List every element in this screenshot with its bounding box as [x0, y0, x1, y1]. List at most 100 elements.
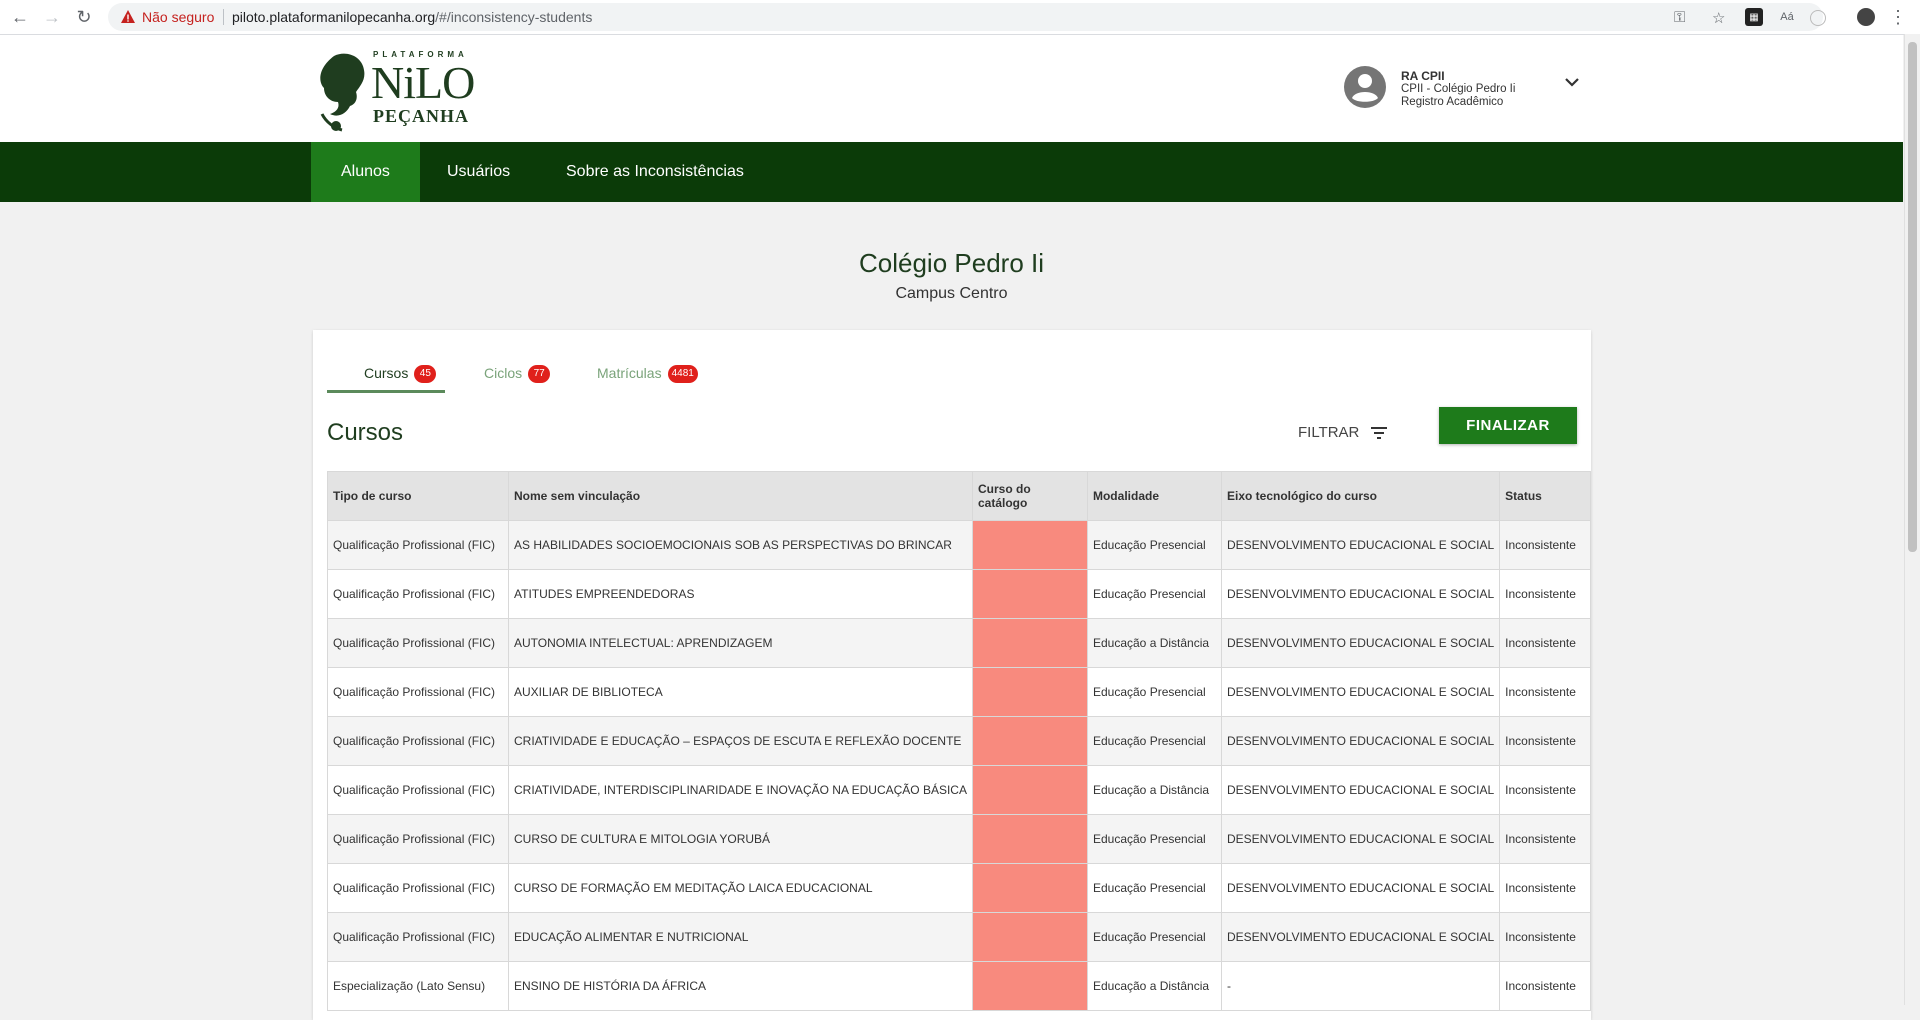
translate-icon[interactable]: Aá	[1778, 8, 1796, 26]
modality-cell: Educação Presencial	[1086, 716, 1222, 766]
column-header[interactable]: Nome sem vinculação	[508, 471, 973, 521]
user-institution: CPII - Colégio Pedro Ii	[1401, 83, 1516, 95]
table-row[interactable]: Qualificação Profissional (FIC) AUXILIAR …	[327, 667, 1591, 717]
reload-icon[interactable]: ↻	[72, 5, 96, 29]
star-icon[interactable]: ☆	[1712, 9, 1725, 27]
course-name-cell: EDUCAÇÃO ALIMENTAR E NUTRICIONAL	[508, 912, 973, 962]
tech-axis-cell: DESENVOLVIMENTO EDUCACIONAL E SOCIAL	[1220, 618, 1501, 668]
extension-round-icon[interactable]	[1810, 10, 1826, 26]
key-icon[interactable]: ⚿	[1674, 9, 1685, 26]
menu-icon[interactable]: ⋮	[1886, 5, 1910, 29]
back-icon[interactable]: ←	[8, 5, 32, 29]
nav-item-sobre[interactable]: Sobre as Inconsistências	[536, 142, 774, 202]
url-host: piloto.plataformanilopecanha.org	[232, 9, 436, 25]
scrollbar-thumb[interactable]	[1908, 42, 1917, 552]
logo-main-text: NiLO	[371, 57, 475, 108]
url-path: /#/inconsistency-students	[435, 9, 593, 25]
course-name-cell: AS HABILIDADES SOCIOEMOCIONAIS SOB AS PE…	[508, 520, 973, 570]
table-row[interactable]: Qualificação Profissional (FIC) CURSO DE …	[327, 863, 1591, 913]
finalize-button[interactable]: FINALIZAR	[1439, 407, 1577, 444]
status-cell: Inconsistente	[1499, 912, 1591, 962]
modality-cell: Educação Presencial	[1086, 569, 1222, 619]
table-row[interactable]: Especialização (Lato Sensu) ENSINO DE HIS…	[327, 961, 1591, 1011]
forward-icon[interactable]: →	[40, 5, 64, 29]
table-row[interactable]: Qualificação Profissional (FIC) CURSO DE …	[327, 814, 1591, 864]
extension-icon[interactable]: ▦	[1745, 8, 1763, 26]
address-bar[interactable]: Não seguro piloto.plataformanilopecanha.…	[108, 3, 1823, 31]
column-header[interactable]: Modalidade	[1086, 471, 1222, 521]
chevron-down-icon[interactable]	[1565, 78, 1579, 88]
modality-cell: Educação Presencial	[1086, 814, 1222, 864]
course-type-cell: Qualificação Profissional (FIC)	[327, 863, 509, 913]
count-badge: 45	[414, 365, 437, 384]
tech-axis-cell: DESENVOLVIMENTO EDUCACIONAL E SOCIAL	[1220, 765, 1501, 815]
logo[interactable]: PLATAFORMA NiLO PEÇANHA	[316, 50, 475, 132]
catalog-course-cell[interactable]	[971, 520, 1088, 570]
modality-cell: Educação Presencial	[1086, 667, 1222, 717]
courses-table: Tipo de curso Nome sem vinculação Curso …	[327, 471, 1591, 1011]
catalog-course-cell[interactable]	[971, 814, 1088, 864]
status-cell: Inconsistente	[1499, 520, 1591, 570]
course-type-cell: Qualificação Profissional (FIC)	[327, 520, 509, 570]
table-row[interactable]: Qualificação Profissional (FIC) EDUCAÇÃO …	[327, 912, 1591, 962]
table-row[interactable]: Qualificação Profissional (FIC) CRIATIVID…	[327, 765, 1591, 815]
page-subtitle: Campus Centro	[895, 285, 1008, 302]
profile-avatar[interactable]	[1857, 8, 1875, 26]
course-name-cell: AUXILIAR DE BIBLIOTECA	[508, 667, 973, 717]
logo-bottom-text: PEÇANHA	[373, 106, 469, 126]
course-name-cell: CRIATIVIDADE E EDUCAÇÃO – ESPAÇOS DE ESC…	[508, 716, 973, 766]
nav-item-alunos[interactable]: Alunos	[311, 142, 420, 202]
filter-button[interactable]: FILTRAR	[1298, 416, 1387, 450]
table-row[interactable]: Qualificação Profissional (FIC) AS HABILI…	[327, 520, 1591, 570]
column-header[interactable]: Eixo tecnológico do curso	[1220, 471, 1501, 521]
logo-portrait-icon	[320, 53, 365, 132]
tab-ciclos[interactable]: Ciclos 77	[484, 365, 551, 399]
modality-cell: Educação a Distância	[1086, 961, 1222, 1011]
course-type-cell: Especialização (Lato Sensu)	[327, 961, 509, 1011]
site-header: PLATAFORMA NiLO PEÇANHA RA CPII CPII - C…	[0, 35, 1903, 142]
tab-cursos[interactable]: Cursos 45	[364, 365, 437, 399]
table-row[interactable]: Qualificação Profissional (FIC) AUTONOMIA…	[327, 618, 1591, 668]
status-cell: Inconsistente	[1499, 765, 1591, 815]
tab-matriculas[interactable]: Matrículas 4481	[597, 365, 698, 399]
user-menu[interactable]: RA CPII CPII - Colégio Pedro Ii Registro…	[1343, 65, 1593, 115]
page-title: Colégio Pedro Ii	[859, 248, 1044, 278]
catalog-course-cell[interactable]	[971, 912, 1088, 962]
status-cell: Inconsistente	[1499, 814, 1591, 864]
table-row[interactable]: Qualificação Profissional (FIC) CRIATIVID…	[327, 716, 1591, 766]
column-header[interactable]: Curso do catálogo	[971, 471, 1088, 521]
catalog-course-cell[interactable]	[971, 961, 1088, 1011]
catalog-course-cell[interactable]	[971, 716, 1088, 766]
tech-axis-cell: DESENVOLVIMENTO EDUCACIONAL E SOCIAL	[1220, 716, 1501, 766]
catalog-course-cell[interactable]	[971, 569, 1088, 619]
column-header[interactable]: Tipo de curso	[327, 471, 509, 521]
tab-label: Ciclos	[484, 365, 523, 381]
nav-item-usuarios[interactable]: Usuários	[417, 142, 540, 202]
divider	[223, 9, 224, 25]
user-role: Registro Acadêmico	[1401, 96, 1504, 108]
course-name-cell: CURSO DE FORMAÇÃO EM MEDITAÇÃO LAICA EDU…	[508, 863, 973, 913]
catalog-course-cell[interactable]	[971, 618, 1088, 668]
content-card: Cursos 45 Ciclos 77 Matrículas 4481 Cursos …	[313, 330, 1591, 1020]
warning-icon	[121, 10, 135, 23]
course-type-cell: Qualificação Profissional (FIC)	[327, 716, 509, 766]
modality-cell: Educação Presencial	[1086, 520, 1222, 570]
section-title: Cursos	[327, 419, 404, 446]
column-header[interactable]: Status	[1499, 471, 1591, 521]
modality-cell: Educação a Distância	[1086, 618, 1222, 668]
modality-cell: Educação Presencial	[1086, 912, 1222, 962]
tech-axis-cell: DESENVOLVIMENTO EDUCACIONAL E SOCIAL	[1220, 667, 1501, 717]
status-cell: Inconsistente	[1499, 863, 1591, 913]
catalog-course-cell[interactable]	[971, 667, 1088, 717]
user-name: RA CPII	[1401, 69, 1445, 83]
tech-axis-cell: DESENVOLVIMENTO EDUCACIONAL E SOCIAL	[1220, 520, 1501, 570]
table-row[interactable]: Qualificação Profissional (FIC) ATITUDES …	[327, 569, 1591, 619]
catalog-course-cell[interactable]	[971, 765, 1088, 815]
tab-label: Matrículas	[597, 365, 662, 381]
modality-cell: Educação a Distância	[1086, 765, 1222, 815]
catalog-course-cell[interactable]	[971, 863, 1088, 913]
page-scrollbar[interactable]	[1904, 34, 1920, 1005]
filter-icon	[1371, 427, 1387, 439]
course-type-cell: Qualificação Profissional (FIC)	[327, 618, 509, 668]
table-header-row: Tipo de curso Nome sem vinculação Curso …	[327, 471, 1591, 521]
